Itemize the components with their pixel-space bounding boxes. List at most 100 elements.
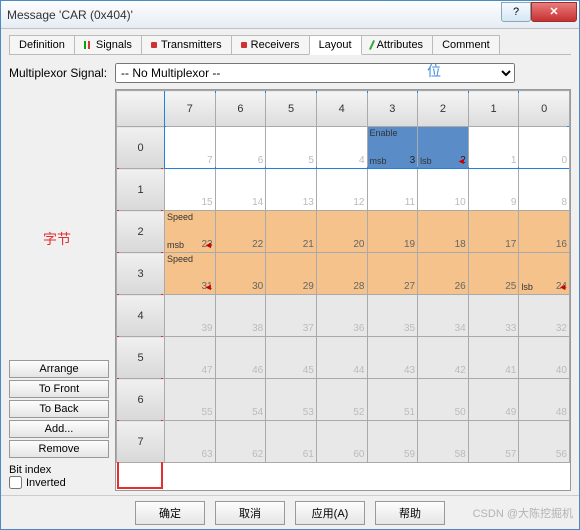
tab-attributes[interactable]: Attributes <box>361 35 433 54</box>
grid-cell[interactable]: 1 <box>468 127 519 169</box>
grid-cell[interactable]: 61 <box>266 421 317 463</box>
bit-index-title: Bit index <box>9 464 109 476</box>
grid-cell[interactable]: 40 <box>519 337 570 379</box>
grid-cell[interactable]: 9 <box>468 169 519 211</box>
grid-cell[interactable]: 26 <box>418 253 469 295</box>
remove-button[interactable]: Remove <box>9 440 109 458</box>
tx-icon <box>151 42 157 48</box>
grid-cell[interactable]: 0 <box>519 127 570 169</box>
grid-cell[interactable]: 25 <box>468 253 519 295</box>
tab-signals[interactable]: Signals <box>74 35 142 54</box>
grid-cell[interactable]: 12 <box>316 169 367 211</box>
grid-cell[interactable]: 21 <box>266 211 317 253</box>
to-back-button[interactable]: To Back <box>9 400 109 418</box>
tab-transmitters[interactable]: Transmitters <box>141 35 232 54</box>
grid-cell[interactable]: 37 <box>266 295 317 337</box>
grid-cell[interactable]: 5 <box>266 127 317 169</box>
grid-cell[interactable]: 22 <box>215 211 266 253</box>
window: Message 'CAR (0x404)' ? ✕ Definition Sig… <box>0 0 580 530</box>
tab-layout[interactable]: Layout <box>309 35 362 55</box>
col-header: 2 <box>418 91 469 127</box>
grid-cell[interactable]: 44 <box>316 337 367 379</box>
row-header: 7 <box>117 421 165 463</box>
grid-cell[interactable]: 62 <box>215 421 266 463</box>
grid-cell[interactable]: 46 <box>215 337 266 379</box>
grid-cell[interactable]: lsb◄2 <box>418 127 469 169</box>
grid-cell[interactable]: Speedmsb◄23 <box>165 211 216 253</box>
arrange-button[interactable]: Arrange <box>9 360 109 378</box>
grid-cell[interactable]: 45 <box>266 337 317 379</box>
grid-cell[interactable]: 7 <box>165 127 216 169</box>
grid-cell[interactable]: 13 <box>266 169 317 211</box>
grid-cell[interactable]: 11 <box>367 169 418 211</box>
grid-cell[interactable]: 41 <box>468 337 519 379</box>
layout-grid-wrap: 76543210 07654Enablemsb3lsb◄210115141312… <box>115 89 571 491</box>
grid-cell[interactable]: 49 <box>468 379 519 421</box>
row-header: 4 <box>117 295 165 337</box>
col-header: 5 <box>266 91 317 127</box>
grid-cell[interactable]: Enablemsb3 <box>367 127 418 169</box>
annotation-bit: 位 <box>427 61 441 81</box>
grid-cell[interactable]: 16 <box>519 211 570 253</box>
grid-cell[interactable]: 42 <box>418 337 469 379</box>
grid-cell[interactable]: 60 <box>316 421 367 463</box>
grid-cell[interactable]: lsb◄24 <box>519 253 570 295</box>
grid-cell[interactable]: 30 <box>215 253 266 295</box>
ok-button[interactable]: 确定 <box>135 501 205 525</box>
grid-cell[interactable]: Speed◄31 <box>165 253 216 295</box>
grid-cell[interactable]: 20 <box>316 211 367 253</box>
grid-cell[interactable]: 51 <box>367 379 418 421</box>
grid-cell[interactable]: 39 <box>165 295 216 337</box>
grid-cell[interactable]: 58 <box>418 421 469 463</box>
mux-select[interactable]: -- No Multiplexor -- <box>115 63 515 83</box>
close-button[interactable]: ✕ <box>531 2 577 22</box>
grid-cell[interactable]: 28 <box>316 253 367 295</box>
grid-cell[interactable]: 47 <box>165 337 216 379</box>
tab-receivers[interactable]: Receivers <box>231 35 310 54</box>
grid-cell[interactable]: 8 <box>519 169 570 211</box>
grid-cell[interactable]: 52 <box>316 379 367 421</box>
signals-icon <box>84 41 92 49</box>
grid-cell[interactable]: 17 <box>468 211 519 253</box>
window-title: Message 'CAR (0x404)' <box>7 8 501 22</box>
grid-cell[interactable]: 4 <box>316 127 367 169</box>
grid-cell[interactable]: 18 <box>418 211 469 253</box>
grid-cell[interactable]: 15 <box>165 169 216 211</box>
row-header: 3 <box>117 253 165 295</box>
grid-cell[interactable]: 34 <box>418 295 469 337</box>
grid-cell[interactable]: 33 <box>468 295 519 337</box>
grid-cell[interactable]: 50 <box>418 379 469 421</box>
inverted-label[interactable]: Inverted <box>9 476 109 489</box>
grid-cell[interactable]: 35 <box>367 295 418 337</box>
cancel-button[interactable]: 取消 <box>215 501 285 525</box>
tab-bar: Definition Signals Transmitters Receiver… <box>9 35 571 55</box>
grid-cell[interactable]: 54 <box>215 379 266 421</box>
grid-cell[interactable]: 10 <box>418 169 469 211</box>
add-button[interactable]: Add... <box>9 420 109 438</box>
to-front-button[interactable]: To Front <box>9 380 109 398</box>
grid-cell[interactable]: 29 <box>266 253 317 295</box>
grid-cell[interactable]: 19 <box>367 211 418 253</box>
grid-cell[interactable]: 53 <box>266 379 317 421</box>
help-button[interactable]: ? <box>501 2 531 22</box>
grid-cell[interactable]: 36 <box>316 295 367 337</box>
tab-comment[interactable]: Comment <box>432 35 500 54</box>
grid-cell[interactable]: 38 <box>215 295 266 337</box>
layout-grid[interactable]: 76543210 07654Enablemsb3lsb◄210115141312… <box>116 90 570 463</box>
grid-cell[interactable]: 59 <box>367 421 418 463</box>
grid-cell[interactable]: 43 <box>367 337 418 379</box>
main-area: 字节 Arrange To Front To Back Add... Remov… <box>9 89 571 491</box>
grid-cell[interactable]: 55 <box>165 379 216 421</box>
tab-definition[interactable]: Definition <box>9 35 75 54</box>
inverted-checkbox[interactable] <box>9 476 22 489</box>
grid-cell[interactable]: 48 <box>519 379 570 421</box>
grid-cell[interactable]: 63 <box>165 421 216 463</box>
grid-cell[interactable]: 27 <box>367 253 418 295</box>
grid-cell[interactable]: 57 <box>468 421 519 463</box>
help-footer-button[interactable]: 帮助 <box>375 501 445 525</box>
grid-cell[interactable]: 14 <box>215 169 266 211</box>
apply-button[interactable]: 应用(A) <box>295 501 365 525</box>
grid-cell[interactable]: 32 <box>519 295 570 337</box>
grid-cell[interactable]: 6 <box>215 127 266 169</box>
grid-cell[interactable]: 56 <box>519 421 570 463</box>
